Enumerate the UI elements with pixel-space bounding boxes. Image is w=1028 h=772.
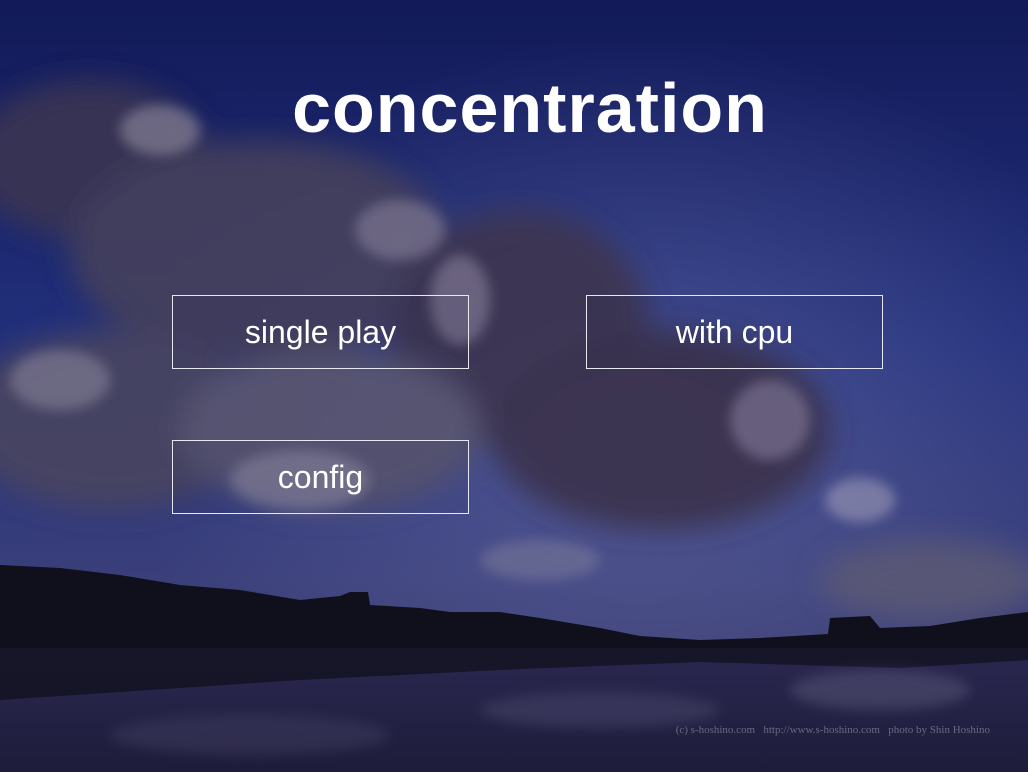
with-cpu-label: with cpu <box>675 313 794 350</box>
with-cpu-button[interactable]: with cpu <box>586 295 883 369</box>
config-label: config <box>277 458 364 495</box>
single-play-label: single play <box>244 313 397 350</box>
single-play-button[interactable]: single play <box>172 295 469 369</box>
game-title: concentration <box>292 69 768 147</box>
config-button[interactable]: config <box>172 440 469 514</box>
photo-credit: (c) s-hoshino.com http://www.s-hoshino.c… <box>675 724 990 736</box>
